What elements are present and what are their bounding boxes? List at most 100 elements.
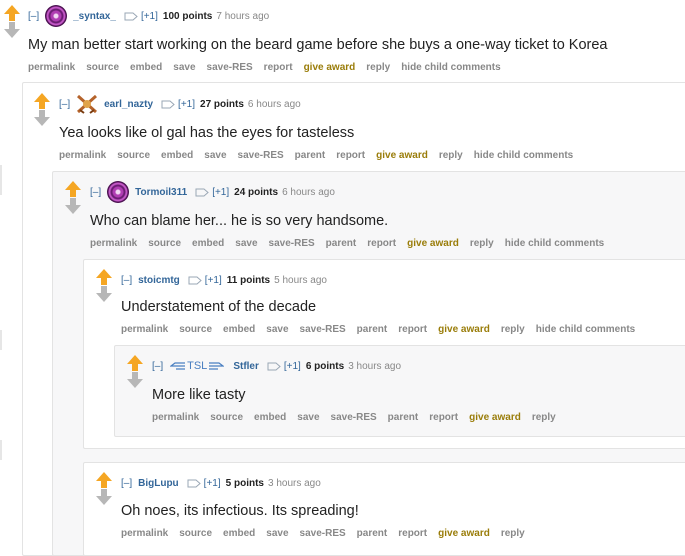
save-res-button[interactable]: save-RES — [207, 62, 253, 76]
downvote-icon[interactable] — [3, 21, 21, 39]
vote-weight[interactable]: [+1] — [205, 275, 222, 286]
collapse-toggle[interactable]: [–] — [90, 187, 101, 198]
give-award-button[interactable]: give award — [376, 150, 428, 164]
source-button[interactable]: source — [117, 150, 150, 164]
vote-weight[interactable]: [+1] — [178, 99, 195, 110]
tag-icon[interactable] — [161, 100, 175, 109]
report-button[interactable]: report — [367, 238, 396, 252]
report-button[interactable]: report — [398, 324, 427, 338]
save-res-button[interactable]: save-RES — [269, 238, 315, 252]
author-link[interactable]: Stfler — [233, 361, 259, 372]
save-button[interactable]: save — [204, 150, 226, 164]
source-button[interactable]: source — [210, 412, 243, 426]
author-link[interactable]: earl_nazty — [104, 99, 153, 110]
downvote-icon[interactable] — [64, 197, 82, 215]
report-button[interactable]: report — [264, 62, 293, 76]
save-button[interactable]: save — [297, 412, 319, 426]
source-button[interactable]: source — [86, 62, 119, 76]
collapse-toggle[interactable]: [–] — [59, 99, 70, 110]
permalink-button[interactable]: permalink — [59, 150, 106, 164]
embed-button[interactable]: embed — [223, 528, 255, 542]
downvote-icon[interactable] — [95, 285, 113, 303]
tag-icon[interactable] — [267, 362, 281, 371]
downvote-icon[interactable] — [95, 488, 113, 506]
save-res-button[interactable]: save-RES — [331, 412, 377, 426]
tag-icon[interactable] — [124, 12, 138, 21]
embed-button[interactable]: embed — [130, 62, 162, 76]
comment-body: More like tasty — [152, 387, 246, 403]
tag-icon[interactable] — [187, 479, 201, 488]
hide-child-comments-button[interactable]: hide child comments — [505, 238, 604, 252]
embed-button[interactable]: embed — [223, 324, 255, 338]
collapse-toggle[interactable]: [–] — [152, 361, 163, 372]
tag-icon[interactable] — [188, 276, 202, 285]
source-button[interactable]: source — [179, 324, 212, 338]
embed-button[interactable]: embed — [254, 412, 286, 426]
vote-weight[interactable]: [+1] — [284, 361, 301, 372]
parent-button[interactable]: parent — [357, 324, 388, 338]
upvote-icon[interactable] — [3, 4, 21, 22]
author-link[interactable]: stoicmtg — [138, 275, 180, 286]
save-button[interactable]: save — [173, 62, 195, 76]
reply-button[interactable]: reply — [439, 150, 463, 164]
timestamp: 3 hours ago — [267, 477, 321, 489]
give-award-button[interactable]: give award — [407, 238, 459, 252]
source-button[interactable]: source — [179, 528, 212, 542]
collapse-toggle[interactable]: [–] — [121, 275, 132, 286]
upvote-icon[interactable] — [64, 180, 82, 198]
reply-button[interactable]: reply — [470, 238, 494, 252]
left-edge-marker — [0, 440, 2, 460]
permalink-button[interactable]: permalink — [121, 324, 168, 338]
save-button[interactable]: save — [235, 238, 257, 252]
vote-arrows — [64, 180, 82, 214]
vote-weight[interactable]: [+1] — [212, 187, 229, 198]
give-award-button[interactable]: give award — [438, 324, 490, 338]
upvote-icon[interactable] — [95, 471, 113, 489]
report-button[interactable]: report — [429, 412, 458, 426]
downvote-icon[interactable] — [126, 371, 144, 389]
tag-icon[interactable] — [195, 188, 209, 197]
parent-button[interactable]: parent — [357, 528, 388, 542]
hide-child-comments-button[interactable]: hide child comments — [536, 324, 635, 338]
reply-button[interactable]: reply — [501, 324, 525, 338]
comment-body: Yea looks like ol gal has the eyes for t… — [59, 125, 355, 141]
collapse-toggle[interactable]: [–] — [28, 11, 39, 22]
permalink-button[interactable]: permalink — [28, 62, 75, 76]
permalink-button[interactable]: permalink — [90, 238, 137, 252]
report-button[interactable]: report — [398, 528, 427, 542]
comment-tagline: [–] BigLupu [+1] 5 points 3 hours ago — [121, 474, 321, 492]
permalink-button[interactable]: permalink — [152, 412, 199, 426]
parent-button[interactable]: parent — [388, 412, 419, 426]
save-res-button[interactable]: save-RES — [300, 324, 346, 338]
save-button[interactable]: save — [266, 324, 288, 338]
give-award-button[interactable]: give award — [438, 528, 490, 542]
save-button[interactable]: save — [266, 528, 288, 542]
upvote-icon[interactable] — [126, 354, 144, 372]
reply-button[interactable]: reply — [532, 412, 556, 426]
embed-button[interactable]: embed — [192, 238, 224, 252]
author-link[interactable]: Tormoil311 — [135, 187, 187, 198]
upvote-icon[interactable] — [33, 92, 51, 110]
report-button[interactable]: report — [336, 150, 365, 164]
hide-child-comments-button[interactable]: hide child comments — [474, 150, 573, 164]
reply-button[interactable]: reply — [366, 62, 390, 76]
save-res-button[interactable]: save-RES — [238, 150, 284, 164]
parent-button[interactable]: parent — [326, 238, 357, 252]
give-award-button[interactable]: give award — [469, 412, 521, 426]
hide-child-comments-button[interactable]: hide child comments — [401, 62, 500, 76]
give-award-button[interactable]: give award — [304, 62, 356, 76]
parent-button[interactable]: parent — [295, 150, 326, 164]
save-res-button[interactable]: save-RES — [300, 528, 346, 542]
downvote-icon[interactable] — [33, 109, 51, 127]
embed-button[interactable]: embed — [161, 150, 193, 164]
source-button[interactable]: source — [148, 238, 181, 252]
author-link[interactable]: BigLupu — [138, 478, 179, 489]
collapse-toggle[interactable]: [–] — [121, 478, 132, 489]
vote-weight[interactable]: [+1] — [204, 478, 221, 489]
reply-button[interactable]: reply — [501, 528, 525, 542]
author-link[interactable]: _syntax_ — [73, 11, 116, 22]
vote-weight[interactable]: [+1] — [141, 11, 158, 22]
comment-actions: permalink source embed save save-RES par… — [90, 238, 615, 252]
upvote-icon[interactable] — [95, 268, 113, 286]
permalink-button[interactable]: permalink — [121, 528, 168, 542]
